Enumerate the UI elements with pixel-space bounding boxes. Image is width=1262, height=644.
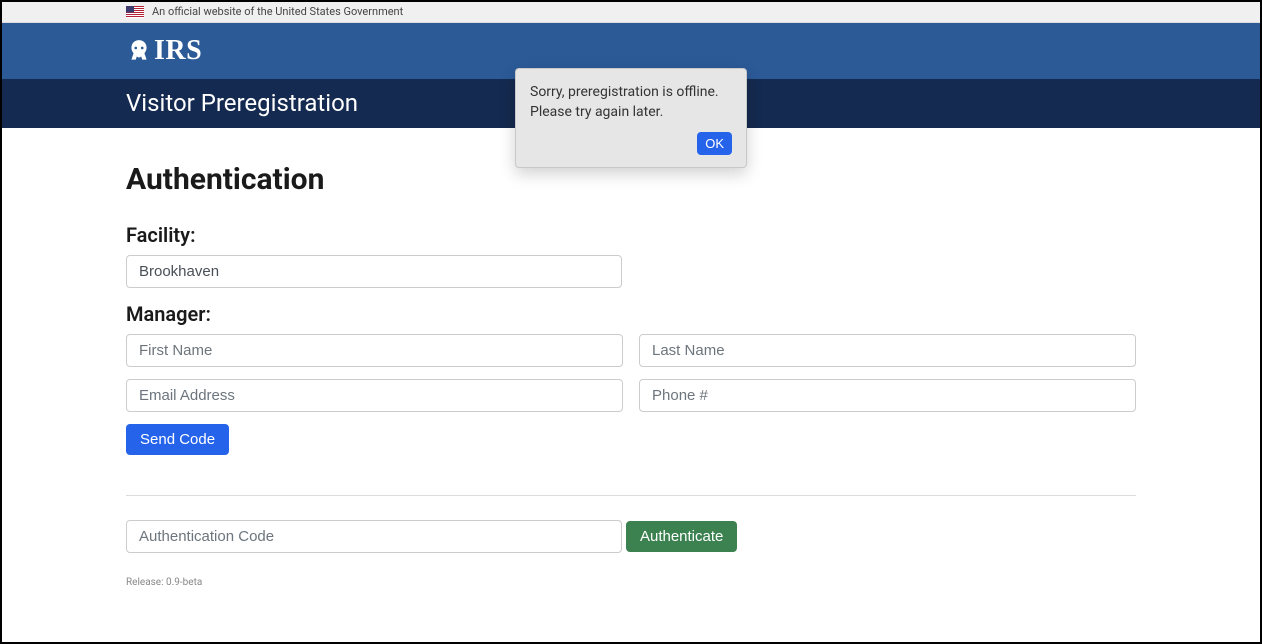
phone-input[interactable] xyxy=(639,379,1136,412)
gov-banner-text: An official website of the United States… xyxy=(152,5,403,18)
facility-label: Facility: xyxy=(126,223,1136,247)
us-flag-icon xyxy=(126,6,144,18)
last-name-input[interactable] xyxy=(639,334,1136,367)
send-code-button[interactable]: Send Code xyxy=(126,424,229,455)
modal-line1: Sorry, preregistration is offline. xyxy=(530,84,719,100)
irs-logo[interactable]: IRS xyxy=(126,35,202,67)
modal-line2: Please try again later. xyxy=(530,104,663,120)
auth-code-input[interactable] xyxy=(126,520,622,553)
email-input[interactable] xyxy=(126,379,623,412)
offline-modal: Sorry, preregistration is offline. Pleas… xyxy=(515,68,747,168)
irs-eagle-icon xyxy=(126,38,152,64)
divider xyxy=(126,495,1136,496)
gov-banner: An official website of the United States… xyxy=(2,2,1260,23)
modal-ok-button[interactable]: OK xyxy=(697,132,732,155)
manager-label: Manager: xyxy=(126,302,1136,326)
main-content: Authentication Facility: Manager: Send C… xyxy=(126,128,1136,588)
first-name-input[interactable] xyxy=(126,334,623,367)
facility-input[interactable] xyxy=(126,255,622,288)
authenticate-button[interactable]: Authenticate xyxy=(626,521,737,552)
irs-logo-text: IRS xyxy=(154,35,202,67)
release-text: Release: 0.9-beta xyxy=(126,577,1136,588)
modal-message: Sorry, preregistration is offline. Pleas… xyxy=(530,83,732,122)
